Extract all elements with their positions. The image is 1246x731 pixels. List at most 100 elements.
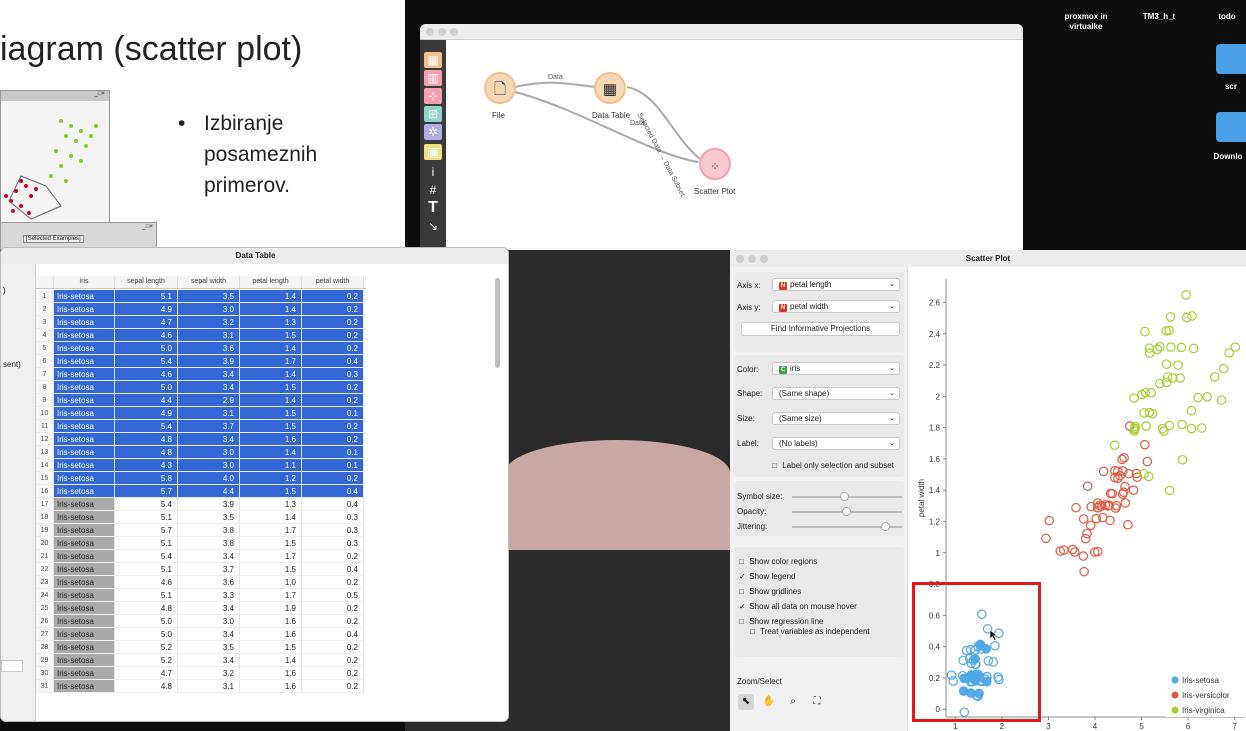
cursor-icon: ⬉ (741, 696, 751, 707)
treat-independent-checkbox[interactable]: □ Treat variables as independent (750, 627, 870, 636)
desktop-icon-proxmox[interactable]: proxmox in virtualke (1058, 12, 1114, 32)
minimize-button[interactable] (748, 255, 756, 263)
opacity-slider[interactable] (792, 507, 902, 516)
table-row[interactable]: 14 Iris-setosa 4.3 3.0 1.1 0.1 (36, 459, 366, 472)
table-cell: 4.4 (178, 485, 240, 498)
jittering-slider[interactable] (792, 522, 902, 531)
table-row[interactable]: 4 Iris-setosa 4.6 3.1 1.5 0.2 (36, 329, 366, 342)
table-cell: 5.2 (115, 654, 178, 667)
vertical-scrollbar[interactable] (495, 278, 500, 368)
color-combo[interactable]: Ciris ⌄ (772, 362, 900, 375)
slider-knob[interactable] (881, 522, 890, 531)
table-row[interactable]: 8 Iris-setosa 5.0 3.4 1.5 0.2 (36, 381, 366, 394)
column-header[interactable]: sepal length (115, 276, 178, 288)
desktop-icon-downloads[interactable]: Downlo (1210, 152, 1246, 162)
reset-zoom-button[interactable]: ⛶ (809, 694, 825, 710)
data-point (1166, 342, 1176, 352)
table-row[interactable]: 31 Iris-setosa 4.8 3.1 1.6 0.2 (36, 680, 366, 693)
select-tool-button[interactable]: ⬉ (738, 694, 754, 710)
pan-tool-button[interactable]: ✋ (761, 694, 777, 710)
column-header[interactable]: sepal width (178, 276, 240, 288)
row-number: 7 (36, 368, 54, 381)
file-node[interactable]: 🗋 (484, 72, 516, 104)
row-number: 16 (36, 485, 54, 498)
table-row[interactable]: 17 Iris-setosa 5.4 3.9 1.3 0.4 (36, 498, 366, 511)
slider-knob[interactable] (842, 507, 851, 516)
table-row[interactable]: 19 Iris-setosa 5.7 3.8 1.7 0.3 (36, 524, 366, 537)
zoom-tool-button[interactable]: ⌕ (785, 694, 801, 710)
option-checkbox[interactable]: □ Show color regions (739, 557, 817, 566)
axis-x-label: Axis x: (737, 281, 761, 290)
data-point (1129, 393, 1139, 403)
axis-x-combo[interactable]: Npetal length ⌄ (772, 278, 900, 291)
table-cell: 5.1 (115, 589, 178, 602)
label-only-selection-checkbox[interactable]: □ Label only selection and subset (772, 461, 894, 470)
y-tick-label: 1.2 (929, 517, 941, 526)
scatter-plot-node[interactable]: ⁘ (699, 148, 731, 180)
table-cell: Iris-setosa (54, 589, 115, 602)
table-row[interactable]: 30 Iris-setosa 4.7 3.2 1.6 0.2 (36, 667, 366, 680)
data-table-node[interactable]: ▦ (594, 72, 626, 104)
axis-y-combo[interactable]: Npetal width ⌄ (772, 300, 900, 313)
row-number: 20 (36, 537, 54, 550)
option-checkbox[interactable]: □ Show regression line (739, 617, 823, 626)
column-header[interactable]: petal length (240, 276, 302, 288)
table-row[interactable]: 26 Iris-setosa 5.0 3.0 1.6 0.2 (36, 615, 366, 628)
option-checkbox[interactable]: □ Show gridlines (739, 587, 801, 596)
table-row[interactable]: 25 Iris-setosa 4.8 3.4 1.9 0.2 (36, 602, 366, 615)
row-number-header (36, 276, 54, 288)
data-point (1165, 312, 1176, 322)
table-cell: 3.4 (178, 433, 240, 446)
table-cell: Iris-setosa (54, 420, 115, 433)
option-checkbox[interactable]: ✓ Show all data on mouse hover (739, 602, 857, 611)
table-row[interactable]: 18 Iris-setosa 5.1 3.5 1.4 0.3 (36, 511, 366, 524)
table-row[interactable]: 9 Iris-setosa 4.4 2.9 1.4 0.2 (36, 394, 366, 407)
label-combo[interactable]: (No labels) ⌄ (772, 437, 900, 450)
table-row[interactable]: 6 Iris-setosa 5.4 3.9 1.7 0.4 (36, 355, 366, 368)
table-row[interactable]: 3 Iris-setosa 4.7 3.2 1.3 0.2 (36, 316, 366, 329)
table-row[interactable]: 21 Iris-setosa 5.4 3.4 1.7 0.2 (36, 550, 366, 563)
folder-icon[interactable] (1216, 112, 1246, 142)
column-header[interactable]: petal width (302, 276, 364, 288)
table-row[interactable]: 12 Iris-setosa 4.8 3.4 1.6 0.2 (36, 433, 366, 446)
row-number: 15 (36, 472, 54, 485)
zoom-button[interactable] (760, 255, 768, 263)
find-projections-button[interactable]: Find Informative Projections (741, 322, 900, 336)
x-tick-label: 7 (1232, 722, 1237, 731)
sidebar-input[interactable] (1, 660, 23, 672)
table-row[interactable]: 22 Iris-setosa 5.1 3.7 1.5 0.4 (36, 563, 366, 576)
folder-icon[interactable] (1216, 44, 1246, 74)
column-header[interactable]: iris (54, 276, 115, 288)
shape-combo[interactable]: (Same shape) ⌄ (772, 387, 900, 400)
slider-knob[interactable] (840, 492, 849, 501)
option-checkbox[interactable]: ✓ Show legend (739, 572, 795, 581)
table-row[interactable]: 13 Iris-setosa 4.8 3.0 1.4 0.1 (36, 446, 366, 459)
table-row[interactable]: 27 Iris-setosa 5.0 3.4 1.6 0.4 (36, 628, 366, 641)
table-row[interactable]: 2 Iris-setosa 4.9 3.0 1.4 0.2 (36, 303, 366, 316)
desktop-icon-tm3[interactable]: TM3_h_t (1134, 12, 1184, 22)
table-row[interactable]: 24 Iris-setosa 5.1 3.3 1.7 0.5 (36, 589, 366, 602)
row-number: 24 (36, 589, 54, 602)
opacity-label: Opacity: (737, 507, 767, 516)
table-row[interactable]: 10 Iris-setosa 4.9 3.1 1.5 0.1 (36, 407, 366, 420)
data-point (1144, 471, 1154, 482)
table-cell: 4.8 (115, 602, 178, 615)
table-row[interactable]: 29 Iris-setosa 5.2 3.4 1.4 0.2 (36, 654, 366, 667)
symbol-size-slider[interactable] (792, 492, 902, 501)
table-row[interactable]: 5 Iris-setosa 5.0 3.6 1.4 0.2 (36, 342, 366, 355)
data-point (1173, 360, 1183, 370)
table-row[interactable]: 15 Iris-setosa 5.8 4.0 1.2 0.2 (36, 472, 366, 485)
desktop-icon-scr[interactable]: scr (1216, 82, 1246, 92)
table-row[interactable]: 23 Iris-setosa 4.6 3.6 1.0 0.2 (36, 576, 366, 589)
table-row[interactable]: 1 Iris-setosa 5.1 3.5 1.4 0.2 (36, 290, 366, 303)
table-row[interactable]: 11 Iris-setosa 5.4 3.7 1.5 0.2 (36, 420, 366, 433)
size-combo[interactable]: (Same size) ⌄ (772, 412, 900, 425)
close-button[interactable] (736, 255, 744, 263)
table-cell: 3.5 (178, 290, 240, 303)
desktop-icon-todo[interactable]: todo (1212, 12, 1242, 22)
table-row[interactable]: 16 Iris-setosa 5.7 4.4 1.5 0.4 (36, 485, 366, 498)
table-row[interactable]: 28 Iris-setosa 5.2 3.5 1.5 0.2 (36, 641, 366, 654)
table-row[interactable]: 20 Iris-setosa 5.1 3.8 1.5 0.3 (36, 537, 366, 550)
y-axis-label: petal width (917, 479, 926, 517)
table-row[interactable]: 7 Iris-setosa 4.6 3.4 1.4 0.3 (36, 368, 366, 381)
